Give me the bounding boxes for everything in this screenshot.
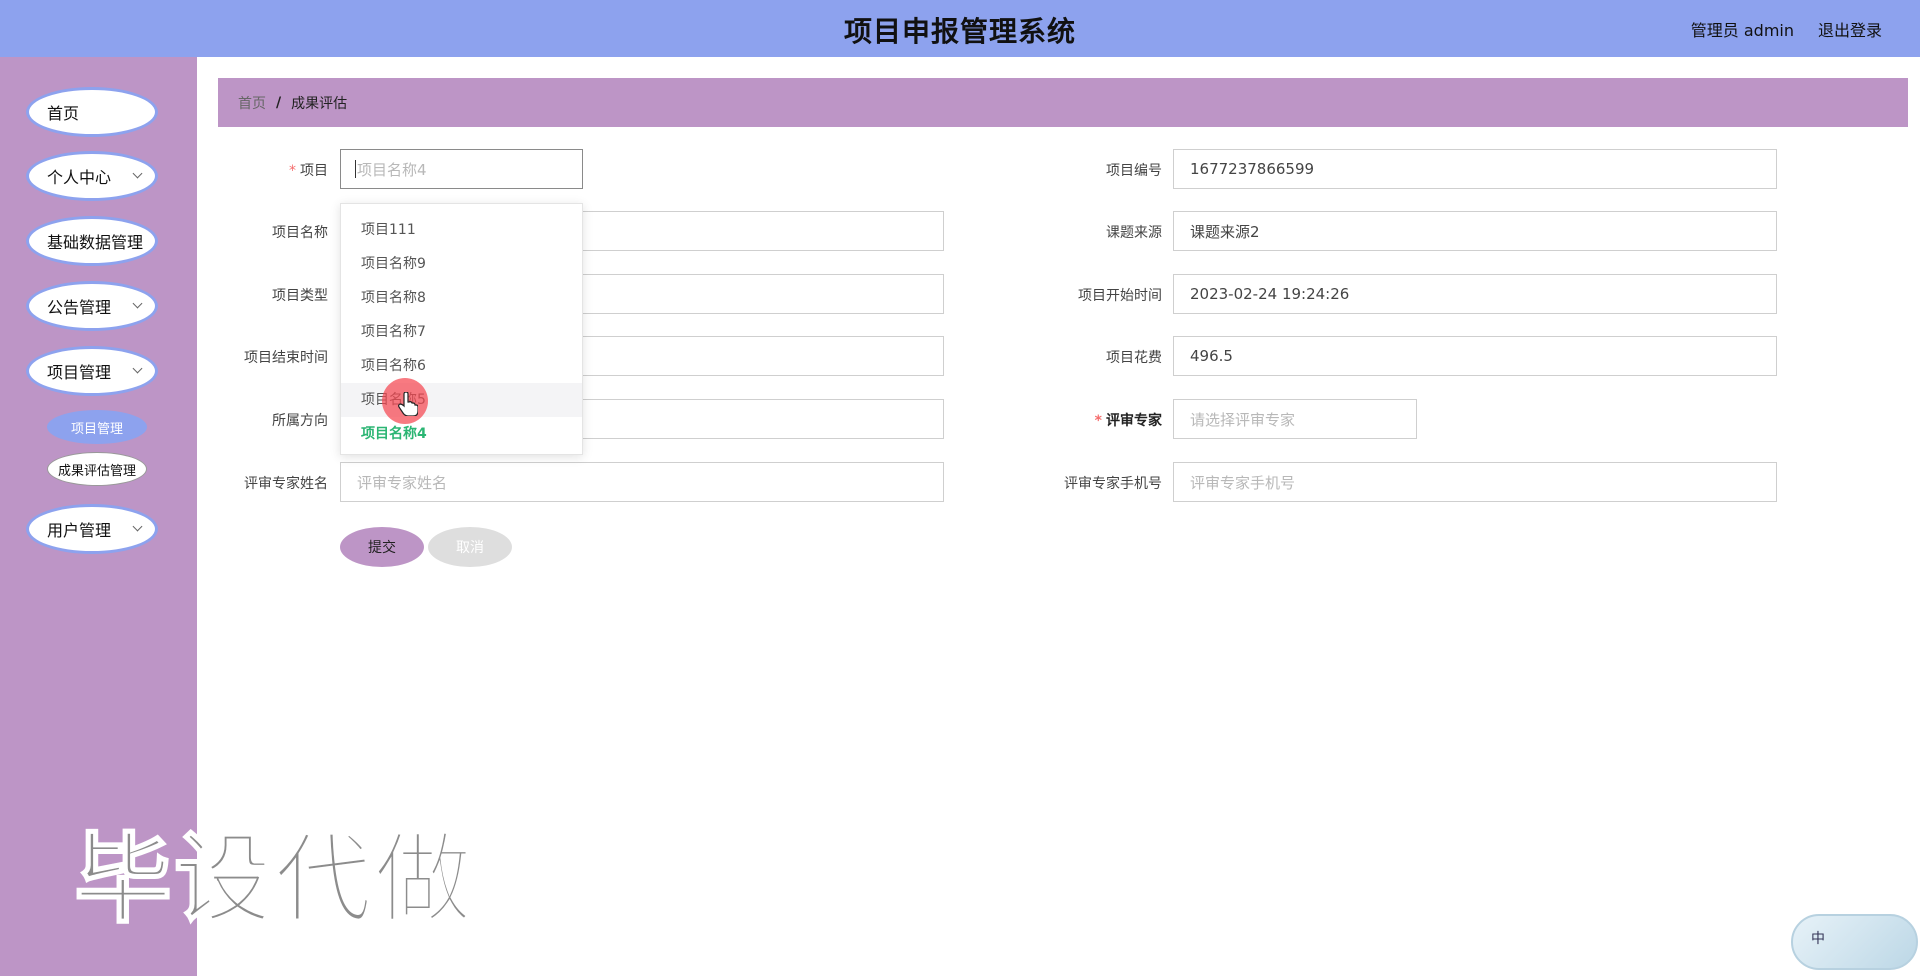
- topic-source-field[interactable]: 课题来源2: [1173, 211, 1777, 251]
- sidebar-item-announcements[interactable]: 公告管理: [26, 281, 158, 331]
- cost-field[interactable]: 496.5: [1173, 336, 1777, 376]
- topic-source-label: 课题来源: [1106, 225, 1162, 241]
- breadcrumb-separator: /: [276, 94, 282, 111]
- project-label: * 项目: [188, 160, 328, 180]
- sidebar-item-label: 项目管理: [47, 363, 112, 382]
- expert-label-text: 评审专家: [1106, 413, 1162, 429]
- ime-widget[interactable]: 中: [1791, 914, 1918, 970]
- dropdown-option-hovered[interactable]: 项目名称5: [341, 383, 582, 417]
- sidebar-item-personal-center[interactable]: 个人中心: [26, 151, 158, 201]
- sidebar-item-label: 首页: [47, 104, 80, 123]
- dropdown-option[interactable]: 项目名称7: [341, 315, 582, 349]
- sidebar-item-basic-data[interactable]: 基础数据管理: [26, 216, 158, 266]
- dropdown-option[interactable]: 项目名称8: [341, 281, 582, 315]
- project-label-text: 项目: [300, 163, 328, 179]
- dropdown-option[interactable]: 项目名称6: [341, 349, 582, 383]
- sidebar-item-label: 个人中心: [47, 168, 112, 187]
- sidebar-item-users[interactable]: 用户管理: [26, 504, 158, 554]
- project-no-field[interactable]: 1677237866599: [1173, 149, 1777, 189]
- hand-cursor-icon: [398, 392, 418, 416]
- sidebar-item-projects[interactable]: 项目管理: [26, 346, 158, 396]
- project-name-label: 项目名称: [272, 225, 328, 241]
- required-mark: *: [289, 163, 296, 179]
- watermark: 毕设代做: [73, 822, 475, 938]
- expert-phone-field[interactable]: 评审专家手机号: [1173, 462, 1777, 502]
- sidebar-subitem-project-management[interactable]: 项目管理: [47, 410, 147, 444]
- chevron-down-icon: [132, 521, 143, 532]
- end-time-label: 项目结束时间: [244, 350, 328, 366]
- top-header: 项目申报管理系统 管理员 admin 退出登录: [0, 0, 1920, 57]
- text-caret: [355, 160, 356, 178]
- expert-select[interactable]: 请选择评审专家: [1173, 399, 1417, 439]
- dropdown-option[interactable]: 项目名称9: [341, 247, 582, 281]
- breadcrumb-home-link[interactable]: 首页: [238, 93, 266, 113]
- sidebar-item-home[interactable]: 首页: [26, 87, 158, 137]
- submit-button[interactable]: 提交: [340, 527, 424, 567]
- breadcrumb-current: 成果评估: [291, 95, 348, 112]
- breadcrumb: 首页 / 成果评估: [218, 78, 1908, 127]
- chevron-down-icon: [132, 298, 143, 309]
- ime-language-label: 中: [1811, 931, 1825, 947]
- start-time-field[interactable]: 2023-02-24 19:24:26: [1173, 274, 1777, 314]
- expert-name-label: 评审专家姓名: [244, 476, 328, 492]
- chevron-down-icon: [132, 168, 143, 179]
- chevron-down-icon: [132, 363, 143, 374]
- project-select[interactable]: 项目名称4: [340, 149, 583, 189]
- sidebar-subitem-evaluation-management[interactable]: 成果评估管理: [47, 452, 147, 486]
- sidebar-item-label: 公告管理: [47, 298, 112, 317]
- dropdown-option-selected[interactable]: 项目名称4: [341, 417, 582, 451]
- app-title: 项目申报管理系统: [843, 15, 1076, 48]
- expert-name-field[interactable]: 评审专家姓名: [340, 462, 944, 502]
- project-dropdown: 项目111 项目名称9 项目名称8 项目名称7 项目名称6 项目名称5 项目名称…: [340, 203, 583, 455]
- sidebar-item-label: 基础数据管理: [47, 233, 144, 252]
- project-type-label: 项目类型: [272, 288, 328, 304]
- cost-label: 项目花费: [1106, 350, 1162, 366]
- logout-button[interactable]: 退出登录: [1818, 17, 1882, 41]
- expert-label: * 评审专家: [1022, 410, 1162, 430]
- sidebar-item-label: 用户管理: [47, 521, 112, 540]
- current-user: 管理员 admin: [1690, 21, 1794, 40]
- direction-label: 所属方向: [272, 413, 328, 429]
- required-mark: *: [1094, 413, 1102, 429]
- project-no-label: 项目编号: [1106, 163, 1162, 179]
- expert-phone-label: 评审专家手机号: [1064, 476, 1162, 492]
- dropdown-option[interactable]: 项目111: [341, 213, 582, 247]
- cancel-button[interactable]: 取消: [428, 527, 512, 567]
- start-time-label: 项目开始时间: [1078, 288, 1162, 304]
